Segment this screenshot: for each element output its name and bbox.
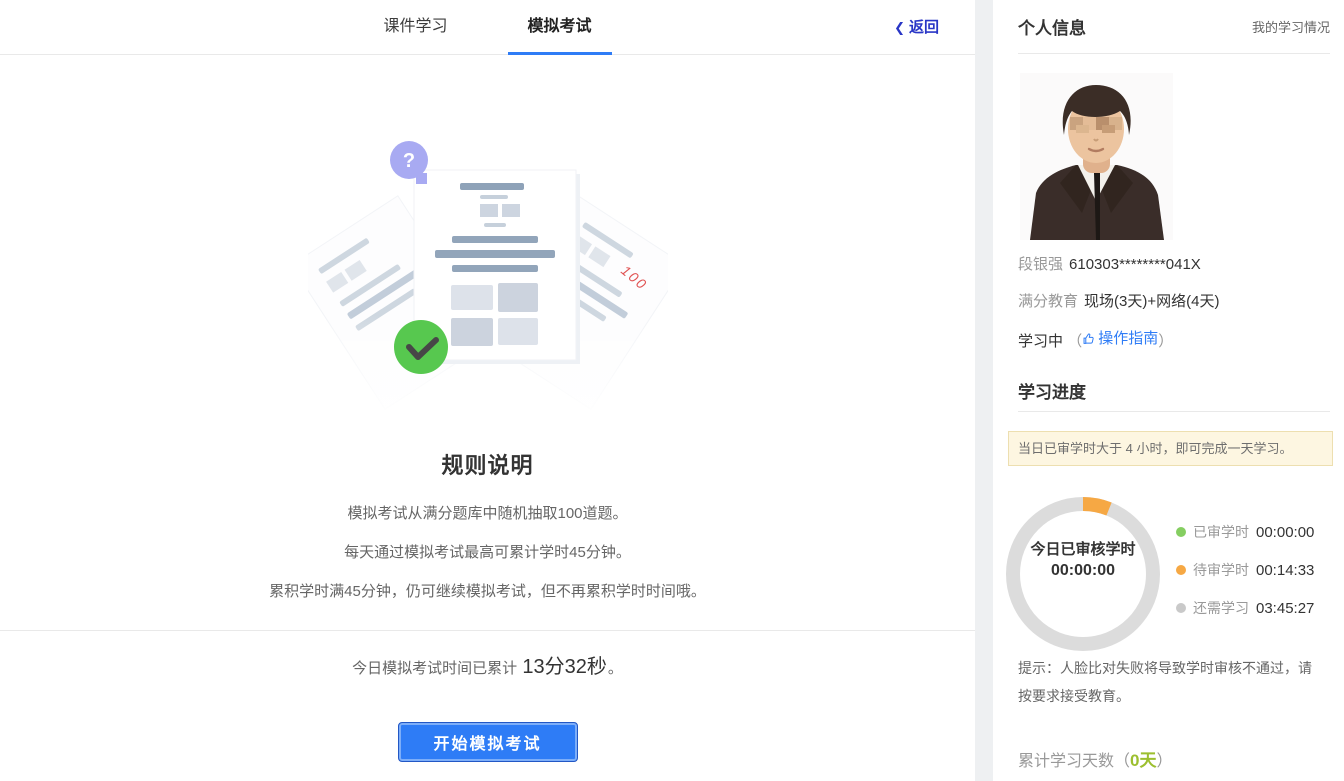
personal-info-sidebar: 个人信息 我的学习情况 (993, 0, 1344, 781)
days-value: 0天 (1130, 751, 1156, 770)
daily-rule-notice: 当日已审学时大于 4 小时，即可完成一天学习。 (1008, 431, 1333, 466)
rules-title: 规则说明 (0, 448, 975, 480)
divider (0, 630, 975, 631)
rule-line: 模拟考试从满分题库中随机抽取100道题。 (0, 506, 975, 521)
user-name: 段银强 (1018, 256, 1063, 273)
name-id-line: 段银强 610303********041X (1018, 255, 1201, 275)
education-line: 满分教育现场(3天)+网络(4天) (1018, 292, 1219, 312)
legend-label: 还需学习 (1193, 598, 1249, 618)
total-study-days: 累计学习天数（0天） (1018, 749, 1173, 774)
start-mock-exam-button[interactable]: 开始模拟考试 (398, 722, 578, 762)
rules-text: 模拟考试从满分题库中随机抽取100道题。 每天通过模拟考试最高可累计学时45分钟… (0, 506, 975, 623)
legend-value: 03:45:27 (1256, 600, 1314, 617)
main-header: 课件学习 模拟考试 ❮ 返回 (0, 0, 975, 55)
tab-bar: 课件学习 模拟考试 (0, 0, 975, 55)
legend-value: 00:14:33 (1256, 562, 1314, 579)
legend-remaining: 还需学习 03:45:27 (1176, 597, 1314, 619)
exam-illustration: 100 ? (308, 120, 668, 420)
guide-link[interactable]: 操作指南 (1082, 329, 1158, 349)
back-chevron-icon: ❮ (894, 4, 905, 52)
rule-line: 每天通过模拟考试最高可累计学时45分钟。 (0, 545, 975, 560)
legend-label: 已审学时 (1193, 522, 1249, 542)
status-text: 学习中 (1018, 333, 1063, 350)
progress-title: 学习进度 (1018, 378, 1086, 403)
rule-line: 累积学时满45分钟，仍可继续模拟考试，但不再累积学时时间哦。 (0, 584, 975, 599)
legend-pending: 待审学时 00:14:33 (1176, 559, 1314, 581)
svg-text:?: ? (402, 150, 414, 172)
donut-center-text: 今日已审核学时 00:00:00 (1003, 540, 1163, 582)
divider (1018, 53, 1330, 54)
guide-label: 操作指南 (1098, 329, 1158, 349)
question-bubble-icon: ? (390, 141, 428, 184)
back-label: 返回 (909, 4, 939, 52)
user-id-masked: 610303********041X (1069, 256, 1201, 273)
sidebar-title: 个人信息 (1018, 14, 1086, 39)
tab-courseware[interactable]: 课件学习 (380, 0, 450, 55)
legend-approved: 已审学时 00:00:00 (1176, 521, 1314, 543)
paren-open: （ (1067, 333, 1082, 350)
divider (1018, 411, 1330, 412)
accumulated-suffix: 。 (608, 660, 623, 677)
days-paren-close: ） (1156, 753, 1172, 770)
thumb-up-icon (1082, 332, 1096, 346)
legend-dot-pending (1176, 565, 1186, 575)
paren-close: ） (1158, 333, 1173, 350)
donut-center-label: 今日已审核学时 (1003, 540, 1163, 560)
education-value: 现场(3天)+网络(4天) (1084, 293, 1219, 310)
my-study-link[interactable]: 我的学习情况 (1252, 17, 1330, 36)
status-line: 学习中 （ 操作指南） (1018, 329, 1173, 349)
legend-label: 待审学时 (1193, 560, 1249, 580)
legend-value: 00:00:00 (1256, 524, 1314, 541)
face-check-tip: 提示：人脸比对失败将导致学时审核不通过，请按要求接受教育。 (1018, 654, 1320, 710)
accumulated-time-line: 今日模拟考试时间已累计 13分32秒。 (0, 650, 975, 686)
accumulated-prefix: 今日模拟考试时间已累计 (352, 660, 521, 677)
back-link[interactable]: ❮ 返回 (894, 0, 939, 55)
donut-center-value: 00:00:00 (1003, 560, 1163, 582)
legend-dot-remaining (1176, 603, 1186, 613)
accumulated-time: 13分32秒 (522, 656, 607, 678)
legend-dot-approved (1176, 527, 1186, 537)
check-icon (394, 320, 448, 374)
days-label: 累计学习天数（ (1018, 753, 1130, 770)
id-photo (1020, 73, 1173, 240)
main-panel: 课件学习 模拟考试 ❮ 返回 (0, 0, 975, 781)
tab-mock-exam[interactable]: 模拟考试 (525, 0, 595, 55)
education-label: 满分教育 (1018, 293, 1078, 310)
